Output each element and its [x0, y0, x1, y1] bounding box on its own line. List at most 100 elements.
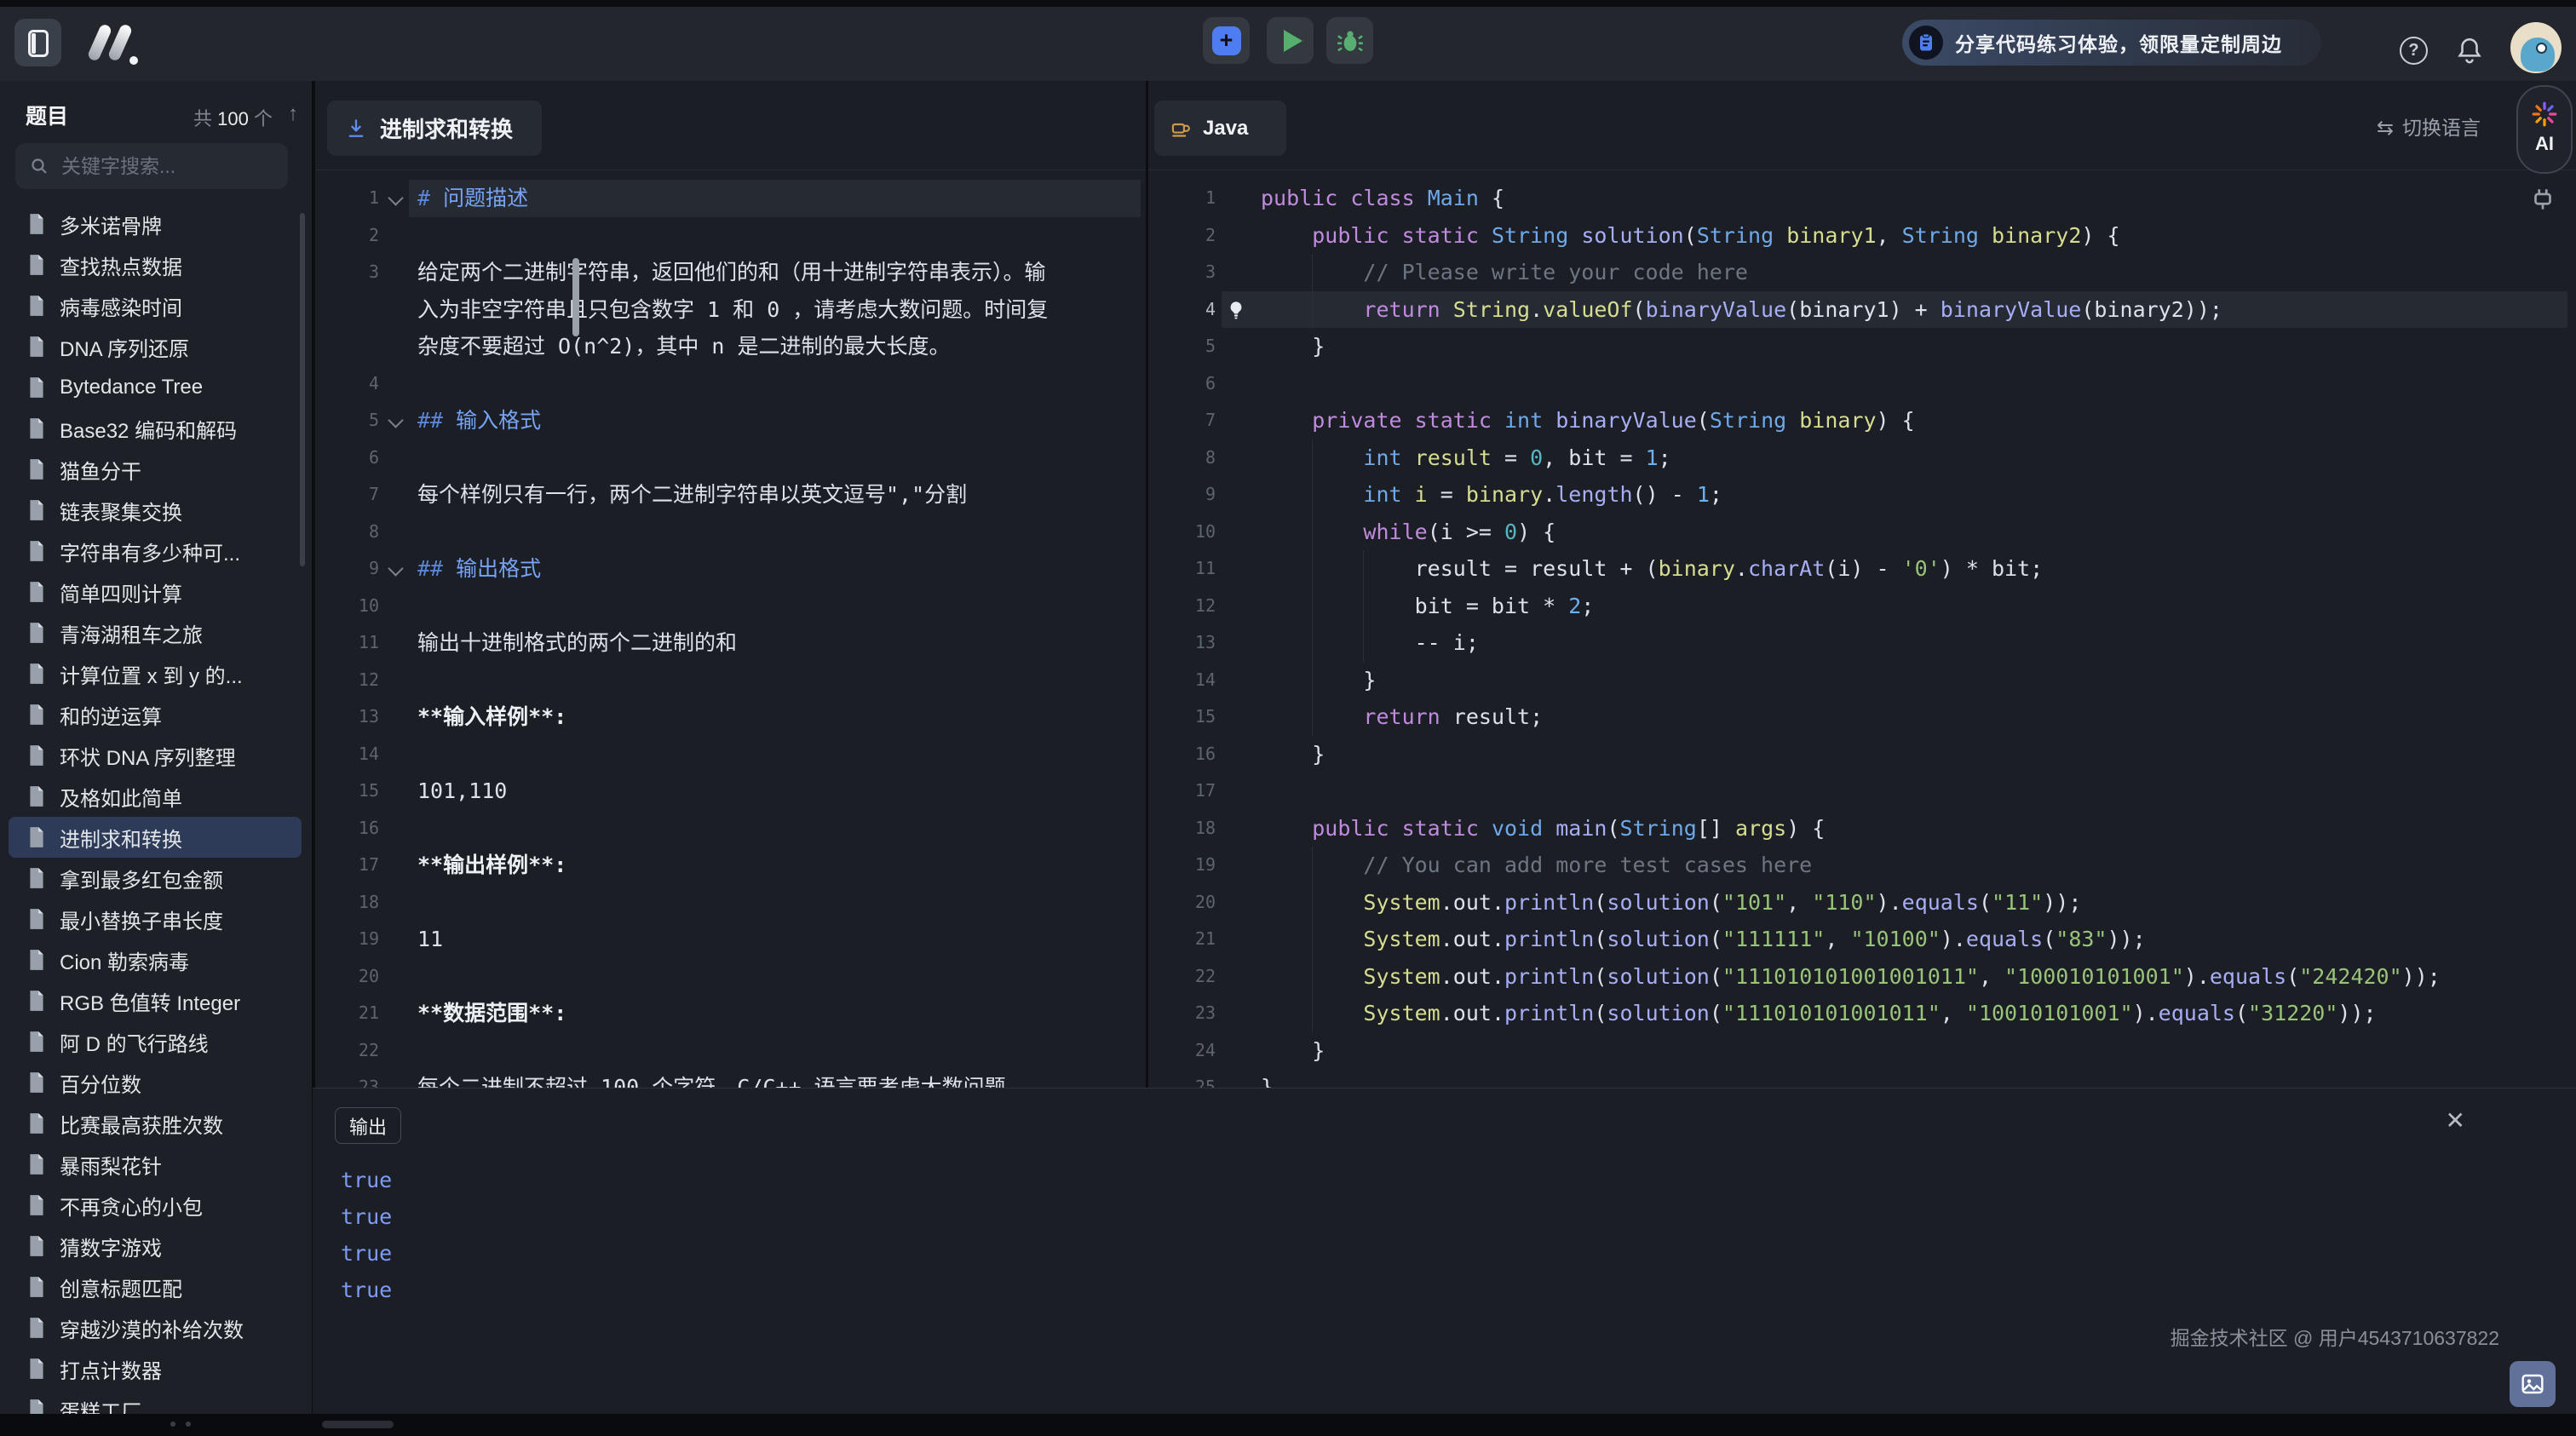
sidebar-scrollbar[interactable] — [300, 213, 305, 566]
promo-banner[interactable]: 分享代码练习体验，领限量定制周边 — [1902, 20, 2321, 66]
sidebar-item[interactable]: 及格如此简单 — [9, 776, 302, 817]
file-icon — [27, 1153, 46, 1175]
line-number: 2 — [1148, 217, 1216, 255]
sidebar-item-label: 最小替换子串长度 — [60, 905, 223, 934]
sidebar-item[interactable]: 百分位数 — [9, 1062, 302, 1103]
fold-chevron-icon[interactable] — [388, 412, 403, 428]
sidebar-item[interactable]: 暴雨梨花针 — [9, 1144, 302, 1185]
code-line: 24 } — [1148, 1032, 2576, 1070]
code-line: 4 return String.valueOf(binaryValue(bina… — [1148, 291, 2576, 329]
line-number: 19 — [1148, 847, 1216, 884]
line-number: 16 — [315, 810, 379, 847]
switch-language-button[interactable]: ⇆切换语言 — [2377, 112, 2481, 141]
code-text: System.out.println(solution("101", "110"… — [1261, 884, 2081, 922]
description-line: 15101,110 — [315, 773, 1146, 810]
file-icon — [27, 1358, 46, 1380]
sidebar-item[interactable]: 穿越沙漠的补给次数 — [9, 1307, 302, 1348]
close-output-button[interactable]: ✕ — [2446, 1109, 2465, 1133]
sidebar-item[interactable]: 阿 D 的飞行路线 — [9, 1021, 302, 1062]
description-line: 16 — [315, 810, 1146, 847]
code-line: 7 private static int binaryValue(String … — [1148, 402, 2576, 439]
sidebar-item[interactable]: 最小替换子串长度 — [9, 899, 302, 939]
add-test-button[interactable]: + — [1203, 17, 1250, 64]
sidebar-item[interactable]: 蛋糕工厂 — [9, 1389, 302, 1414]
line-number: 22 — [315, 1032, 379, 1070]
code-line: 10 while(i >= 0) { — [1148, 514, 2576, 551]
sidebar-item-label: 暴雨梨花针 — [60, 1150, 162, 1180]
sidebar-item[interactable]: Base32 编码和解码 — [9, 408, 302, 449]
play-icon — [1284, 30, 1302, 52]
search-input[interactable] — [60, 154, 267, 179]
sidebar-item[interactable]: 猜数字游戏 — [9, 1226, 302, 1267]
code-line: 9 int i = binary.length() - 1; — [1148, 476, 2576, 514]
output-panel: 输出 ✕ truetruetruetrue — [313, 1088, 2576, 1415]
sidebar-item[interactable]: 猫鱼分干 — [9, 449, 302, 490]
sidebar-item[interactable]: 环状 DNA 序列整理 — [9, 735, 302, 776]
line-number: 25 — [1148, 1069, 1216, 1088]
sidebar-item-label: 和的逆运算 — [60, 700, 162, 730]
sidebar-item[interactable]: 查找热点数据 — [9, 244, 302, 285]
code-line: 6 — [1148, 365, 2576, 403]
sidebar-item[interactable]: Cion 勒索病毒 — [9, 939, 302, 980]
description-text: 11 — [417, 921, 443, 958]
sidebar-item[interactable]: 链表聚集交换 — [9, 490, 302, 531]
sidebar-item-label: 百分位数 — [60, 1068, 141, 1098]
description-header: 进制求和转换 — [315, 81, 1146, 170]
fold-chevron-icon[interactable] — [388, 190, 403, 205]
notifications-button[interactable] — [2455, 35, 2484, 66]
sidebar-item[interactable]: 字符串有多少种可... — [9, 531, 302, 572]
fold-chevron-icon[interactable] — [388, 560, 403, 576]
description-scrollbar[interactable] — [572, 258, 579, 336]
description-line: 21**数据范围**: — [315, 995, 1146, 1032]
sidebar-item[interactable]: 不再贪心的小包 — [9, 1185, 302, 1226]
sidebar-item[interactable]: 比赛最高获胜次数 — [9, 1103, 302, 1144]
file-icon — [27, 867, 46, 889]
sidebar-item[interactable]: 进制求和转换 — [9, 817, 302, 858]
avatar[interactable] — [2510, 22, 2562, 73]
run-button[interactable] — [1267, 17, 1314, 64]
code-text: bit = bit * 2; — [1261, 588, 1594, 625]
sidebar-item[interactable]: 青海湖租车之旅 — [9, 612, 302, 653]
sidebar-item[interactable]: 拿到最多红包金额 — [9, 858, 302, 899]
tab-java[interactable]: Java — [1154, 101, 1286, 156]
code-text: System.out.println(solution("111111", "1… — [1261, 921, 2146, 958]
debug-button[interactable] — [1326, 17, 1373, 64]
code-text: private static int binaryValue(String bi… — [1261, 402, 1915, 439]
file-icon — [27, 295, 46, 317]
sidebar-toggle-button[interactable] — [14, 19, 61, 66]
code-text: result = result + (binary.charAt(i) - '0… — [1261, 550, 2043, 588]
sidebar-item[interactable]: Bytedance Tree — [9, 367, 302, 408]
code-text: while(i >= 0) { — [1261, 514, 1555, 551]
sidebar-item[interactable]: 病毒感染时间 — [9, 285, 302, 326]
sidebar-item[interactable]: 计算位置 x 到 y 的... — [9, 653, 302, 694]
code-line: 21 System.out.println(solution("111111",… — [1148, 921, 2576, 958]
file-icon — [27, 1071, 46, 1094]
sidebar-item[interactable]: 创意标题匹配 — [9, 1267, 302, 1307]
search-box[interactable] — [15, 143, 288, 189]
tab-problem-description[interactable]: 进制求和转换 — [327, 101, 542, 156]
sidebar-item-label: 进制求和转换 — [60, 823, 182, 853]
sidebar-item-label: 查找热点数据 — [60, 250, 182, 280]
output-tab[interactable]: 输出 — [335, 1107, 401, 1144]
description-line: 9## 输出格式 — [315, 550, 1146, 588]
collapse-up-icon[interactable]: ↑ — [288, 102, 298, 126]
description-line: 11输出十进制格式的两个二进制的和 — [315, 624, 1146, 662]
description-editor[interactable]: 1# 问题描述23给定两个二进制字符串，返回他们的和（用十进制字符串表示）。输入… — [315, 170, 1146, 1088]
sidebar-item[interactable]: 和的逆运算 — [9, 694, 302, 735]
sidebar-item[interactable]: DNA 序列还原 — [9, 326, 302, 367]
sidebar-item[interactable]: RGB 色值转 Integer — [9, 980, 302, 1021]
sidebar-item-label: 链表聚集交换 — [60, 496, 182, 526]
sidebar-item-label: Base32 编码和解码 — [60, 414, 237, 444]
ai-assistant-button[interactable]: AI — [2516, 85, 2573, 174]
sidebar-item[interactable]: 简单四则计算 — [9, 572, 302, 612]
screenshot-button[interactable] — [2510, 1361, 2556, 1407]
help-button[interactable]: ? — [2400, 37, 2428, 65]
description-text: **输入样例**: — [417, 698, 566, 736]
code-editor[interactable]: 1public class Main {2 public static Stri… — [1148, 170, 2576, 1088]
sidebar-item[interactable]: 多米诺骨牌 — [9, 204, 302, 244]
code-text: } — [1261, 662, 1376, 699]
sidebar-item[interactable]: 打点计数器 — [9, 1348, 302, 1389]
line-number: 11 — [315, 624, 379, 662]
plugin-button[interactable] — [2528, 186, 2557, 215]
file-icon — [27, 458, 46, 480]
